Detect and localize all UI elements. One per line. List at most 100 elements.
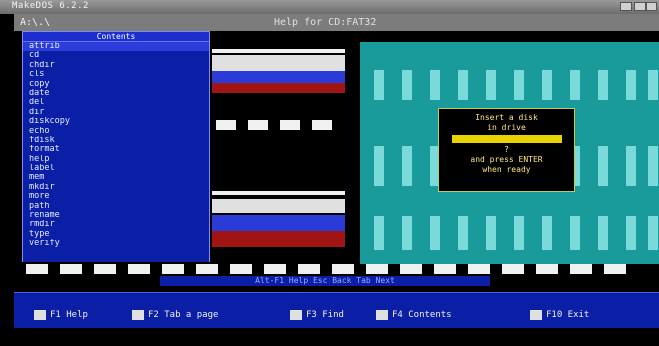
panel-stripe [514,70,524,100]
sidebar-item-cls[interactable]: cls [23,70,209,79]
function-key-bar: F1 Help F2 Tab a page F3 Find F4 Content… [14,292,659,330]
film-hole [280,120,300,130]
film-hole [434,264,456,274]
film-hole [400,264,422,274]
panel-stripe [570,70,580,100]
minimize-button[interactable] [620,2,632,11]
dialog-box: Insert a disk in drive ? and press ENTER… [438,108,575,192]
stripe-light-2 [212,199,345,213]
film-hole [298,264,320,274]
key-square-icon [530,309,542,320]
maximize-button[interactable] [634,2,646,11]
film-hole [216,120,236,130]
fkey-contents[interactable]: F4 Contents [376,304,452,320]
panel-stripe [648,216,658,250]
sidebar-item-cd[interactable]: cd [23,51,209,60]
window-title: MakeDOS 6.2.2 [12,1,89,11]
panel-stripe [570,216,580,250]
panel-stripe [458,70,468,100]
dialog-line: in drive [487,123,526,132]
fkey-tab[interactable]: F2 Tab a page [132,304,219,320]
top-menu-bar: A:\.\ Help for CD:FAT32 [14,14,659,31]
sidebar-item-copy[interactable]: copy [23,80,209,89]
sidebar: Contents attrib cd chdir cls copy date del dir d… [22,31,210,263]
stripe-white-2 [212,191,345,195]
status-line: Alt-F1 Help Esc Back Tab Next [160,276,490,286]
panel-stripe [648,146,658,186]
panel-stripe [430,70,440,100]
current-path: A:\.\ [20,17,51,28]
panel-stripe [598,146,608,186]
sidebar-item-mkdir[interactable]: mkdir [23,183,209,192]
sidebar-item-echo[interactable]: echo [23,127,209,136]
sidebar-item-path[interactable]: path [23,202,209,211]
sidebar-item-label[interactable]: label [23,164,209,173]
film-hole [312,120,332,130]
panel-stripe [402,146,412,186]
stripe-light [212,55,345,71]
panel-stripe [626,216,636,250]
fkey-label: F1 Help [50,309,88,320]
sidebar-item-format[interactable]: format [23,145,209,154]
key-square-icon [34,309,46,320]
film-hole [570,264,592,274]
panel-stripe [626,146,636,186]
key-square-icon [290,309,302,320]
panel-stripe [458,216,468,250]
panel-stripe [514,216,524,250]
sidebar-item-type[interactable]: type [23,230,209,239]
panel-stripe [598,70,608,100]
fkey-label: F3 Find [306,309,344,320]
film-hole [468,264,490,274]
stripe-red [212,83,345,93]
film-hole [366,264,388,274]
film-hole [332,264,354,274]
bottom-border [0,328,659,346]
panel-stripe [402,216,412,250]
dialog-highlight [451,135,562,143]
sidebar-item-mem[interactable]: mem [23,173,209,182]
sidebar-item-chdir[interactable]: chdir [23,61,209,70]
fkey-label: F4 Contents [392,309,452,320]
fkey-find[interactable]: F3 Find [290,304,344,320]
panel-stripe [374,216,384,250]
panel-stripe [626,70,636,100]
teal-panel: Insert a disk in drive ? and press ENTER… [360,42,659,264]
stripe-red-2 [212,231,345,247]
film-hole [162,264,184,274]
key-square-icon [132,309,144,320]
sidebar-item-help[interactable]: help [23,155,209,164]
key-square-icon [376,309,388,320]
fkey-label: F2 Tab a page [148,309,219,320]
sidebar-item-fdisk[interactable]: fdisk [23,136,209,145]
dialog-line: and press ENTER [470,155,543,164]
sidebar-list: attrib cd chdir cls copy date del dir diskcopy ec… [23,42,209,249]
sidebar-item-attrib[interactable]: attrib [23,42,209,52]
sidebar-item-del[interactable]: del [23,98,209,107]
film-hole [248,120,268,130]
fkey-exit[interactable]: F10 Exit [530,304,590,320]
sidebar-header: Contents [23,32,209,42]
sidebar-item-date[interactable]: date [23,89,209,98]
film-hole [26,264,48,274]
panel-stripe [648,70,658,100]
film-hole [502,264,524,274]
sidebar-item-dir[interactable]: dir [23,108,209,117]
film-hole [196,264,218,274]
panel-stripe [542,216,552,250]
fkey-label: F10 Exit [546,309,590,320]
sidebar-item-verify[interactable]: verify [23,239,209,248]
fkey-help[interactable]: F1 Help [34,304,88,320]
film-hole [536,264,558,274]
stripe-blue [212,71,345,83]
panel-stripe [486,216,496,250]
sidebar-item-more[interactable]: more [23,192,209,201]
page-title: Help for CD:FAT32 [274,17,377,28]
close-button[interactable] [646,2,657,11]
sidebar-item-rmdir[interactable]: rmdir [23,220,209,229]
dialog-line: ? [504,145,509,154]
panel-stripe [598,216,608,250]
film-hole [264,264,286,274]
sidebar-item-diskcopy[interactable]: diskcopy [23,117,209,126]
sidebar-item-rename[interactable]: rename [23,211,209,220]
